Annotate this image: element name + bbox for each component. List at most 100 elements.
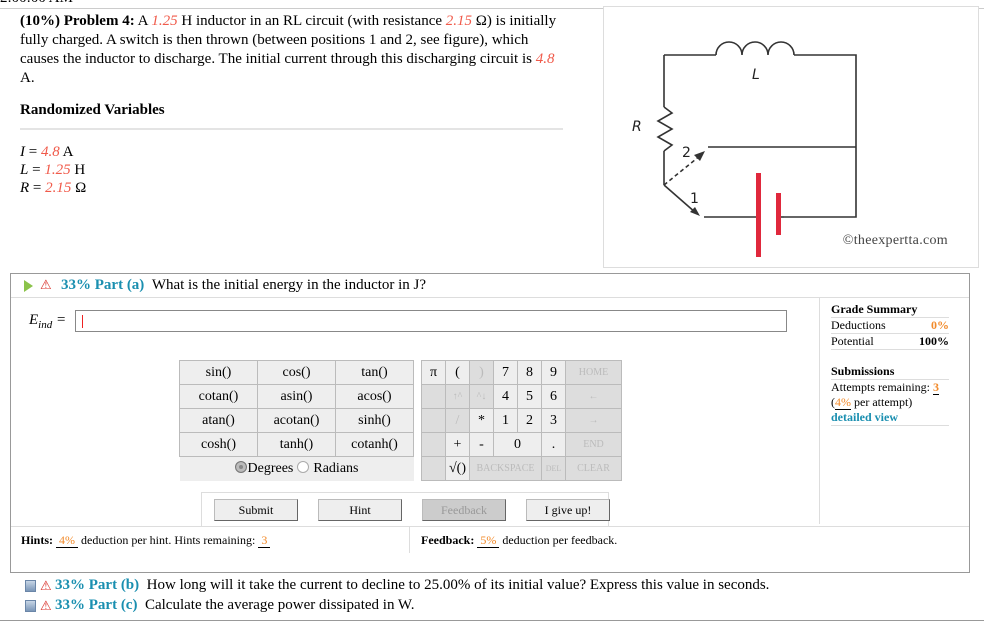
key-tanh[interactable]: tanh() xyxy=(257,432,336,457)
key-pi[interactable]: π xyxy=(421,360,446,385)
divider xyxy=(819,298,820,524)
part-a-header[interactable]: ⚠ 33% Part (a) What is the initial energ… xyxy=(11,274,969,298)
key-multiply[interactable]: * xyxy=(469,408,494,433)
key-5[interactable]: 5 xyxy=(517,384,542,409)
key-dot[interactable]: . xyxy=(541,432,566,457)
feedback-info: Feedback: 5% deduction per feedback. xyxy=(421,533,617,548)
resistor-label: R xyxy=(632,119,642,135)
key-cosh[interactable]: cosh() xyxy=(179,432,258,457)
part-percent: 33% xyxy=(55,577,85,593)
key-6[interactable]: 6 xyxy=(541,384,566,409)
variable-unit: H xyxy=(74,162,86,178)
key-up[interactable]: ↑^ xyxy=(445,384,470,409)
hints-bar: Hints: 4% deduction per hint. Hints rema… xyxy=(11,526,969,553)
answer-input[interactable] xyxy=(75,310,787,332)
feedback-text: deduction per feedback. xyxy=(502,533,618,547)
key-3[interactable]: 3 xyxy=(541,408,566,433)
expand-arrow-icon[interactable] xyxy=(24,280,33,292)
per-attempt-pct: 4% xyxy=(835,395,851,410)
key-sin[interactable]: sin() xyxy=(179,360,258,385)
hint-button[interactable]: Hint xyxy=(318,499,402,521)
document-icon xyxy=(25,600,36,612)
warning-icon: ⚠ xyxy=(40,277,52,292)
key-blank xyxy=(421,456,446,481)
number-keypad: π ( ) 7 8 9 HOME ↑^ ^↓ 4 5 6 ← / * 1 2 3… xyxy=(421,360,622,481)
key-2[interactable]: 2 xyxy=(517,408,542,433)
key-7[interactable]: 7 xyxy=(493,360,518,385)
give-up-button[interactable]: I give up! xyxy=(526,499,610,521)
variables-list: I = 4.8 A L = 1.25 H R = 2.15 Ω xyxy=(20,143,86,197)
wire xyxy=(784,54,857,218)
degrees-label[interactable]: Degrees xyxy=(248,461,294,476)
attempts-label: Attempts remaining: xyxy=(831,380,930,394)
detailed-view-link[interactable]: detailed view xyxy=(831,410,949,426)
part-b-title: 33% Part (b) How long will it take the c… xyxy=(55,577,769,594)
variable-symbol: R xyxy=(20,180,30,196)
key-9[interactable]: 9 xyxy=(541,360,566,385)
switch-position-2: 2 xyxy=(682,145,691,161)
part-a-title: 33% Part (a) What is the initial energy … xyxy=(61,277,426,294)
key-acos[interactable]: acos() xyxy=(335,384,414,409)
key-sinh[interactable]: sinh() xyxy=(335,408,414,433)
key-1[interactable]: 1 xyxy=(493,408,518,433)
arrow-head xyxy=(694,151,705,161)
action-buttons: Submit Hint Feedback I give up! xyxy=(201,492,610,526)
key-blank xyxy=(421,384,446,409)
document-icon xyxy=(25,580,36,592)
key-0[interactable]: 0 xyxy=(493,432,542,457)
attempts-value: 3 xyxy=(932,380,939,395)
key-8[interactable]: 8 xyxy=(517,360,542,385)
key-end[interactable]: END xyxy=(565,432,622,457)
header-time: 2:00:00 AM xyxy=(0,0,73,7)
part-c-title: 33% Part (c) Calculate the average power… xyxy=(55,597,414,614)
rl-circuit-diagram: L R 2 1 xyxy=(632,41,857,257)
key-atan[interactable]: atan() xyxy=(179,408,258,433)
key-cotan[interactable]: cotan() xyxy=(179,384,258,409)
key-rparen[interactable]: ) xyxy=(469,360,494,385)
warning-icon: ⚠ xyxy=(40,598,52,613)
variable-value: 1.25 xyxy=(44,162,71,178)
radians-label[interactable]: Radians xyxy=(313,461,358,476)
part-label: Part (c) xyxy=(88,597,138,613)
key-4[interactable]: 4 xyxy=(493,384,518,409)
part-percent: 33% xyxy=(55,597,85,613)
key-lparen[interactable]: ( xyxy=(445,360,470,385)
battery-plate-long xyxy=(756,173,761,257)
key-cotanh[interactable]: cotanh() xyxy=(335,432,414,457)
key-sqrt[interactable]: √() xyxy=(445,456,470,481)
radians-radio[interactable] xyxy=(296,460,309,473)
key-asin[interactable]: asin() xyxy=(257,384,336,409)
key-tan[interactable]: tan() xyxy=(335,360,414,385)
feedback-button[interactable]: Feedback xyxy=(422,499,506,521)
key-plus[interactable]: + xyxy=(445,432,470,457)
key-minus[interactable]: - xyxy=(469,432,494,457)
key-backspace[interactable]: BACKSPACE xyxy=(469,456,542,481)
angle-mode: Degrees Radians xyxy=(179,456,414,481)
key-down[interactable]: ^↓ xyxy=(469,384,494,409)
inductance-value: 1.25 xyxy=(151,13,178,29)
potential-label: Potential xyxy=(831,334,874,348)
degrees-radio[interactable] xyxy=(234,460,247,473)
key-left-arrow[interactable]: ← xyxy=(565,384,622,409)
key-clear[interactable]: CLEAR xyxy=(565,456,622,481)
key-right-arrow[interactable]: → xyxy=(565,408,622,433)
feedback-label: Feedback: xyxy=(421,533,475,547)
key-blank xyxy=(421,432,446,457)
resistance-value: 2.15 xyxy=(445,13,473,29)
circuit-figure: L R 2 1 ©theexpertta.com xyxy=(603,6,979,268)
variable-row: L = 1.25 H xyxy=(20,162,86,178)
feedback-pct: 5% xyxy=(477,533,500,548)
variable-unit: A xyxy=(62,144,74,160)
submit-button[interactable]: Submit xyxy=(214,499,298,521)
grade-summary: Grade Summary Deductions 0% Potential 100%… xyxy=(831,302,949,426)
randomized-variables-title: Randomized Variables xyxy=(20,102,165,118)
problem-text: A xyxy=(134,13,152,29)
answer-symbol: E xyxy=(29,312,39,328)
variable-row: R = 2.15 Ω xyxy=(20,180,87,196)
key-acotan[interactable]: acotan() xyxy=(257,408,336,433)
key-home[interactable]: HOME xyxy=(565,360,622,385)
key-del[interactable]: DEL xyxy=(541,456,566,481)
divider xyxy=(0,620,984,621)
key-cos[interactable]: cos() xyxy=(257,360,336,385)
key-divide[interactable]: / xyxy=(445,408,470,433)
